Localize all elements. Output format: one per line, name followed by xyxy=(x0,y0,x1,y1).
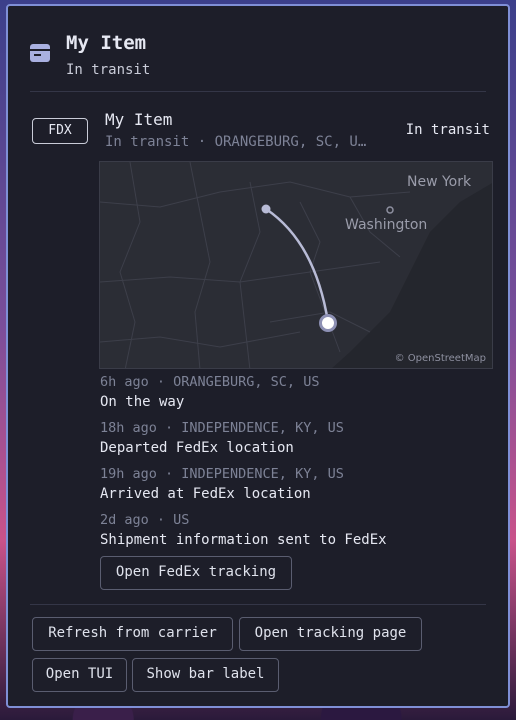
carrier-badge: FDX xyxy=(32,118,88,144)
event-description: Departed FedEx location xyxy=(100,440,294,456)
event-meta: 2d ago · US xyxy=(100,512,190,528)
event-meta: 18h ago · INDEPENDENCE, KY, US xyxy=(100,420,344,436)
open-tui-button[interactable]: Open TUI xyxy=(32,658,127,692)
event-description: Arrived at FedEx location xyxy=(100,486,311,502)
event-description: On the way xyxy=(100,394,185,410)
divider xyxy=(30,604,486,605)
open-tracking-page-button[interactable]: Open tracking page xyxy=(239,617,422,651)
package-icon xyxy=(30,44,50,62)
item-status: In transit xyxy=(405,122,490,138)
page-title: My Item xyxy=(66,32,147,54)
show-bar-label-button[interactable]: Show bar label xyxy=(132,658,279,692)
event-meta: 19h ago · INDEPENDENCE, KY, US xyxy=(100,466,344,482)
open-fedex-tracking-button[interactable]: Open FedEx tracking xyxy=(100,556,292,590)
panel-header: My Item In transit xyxy=(30,30,486,90)
tracking-panel: My Item In transit FDX My Item In transi… xyxy=(6,4,510,708)
map-graphic xyxy=(100,162,492,368)
refresh-from-carrier-button[interactable]: Refresh from carrier xyxy=(32,617,233,651)
item-title: My Item xyxy=(105,110,173,129)
header-status: In transit xyxy=(66,62,151,78)
event-description: Shipment information sent to FedEx xyxy=(100,532,387,548)
tracking-events: 6h ago · ORANGEBURG, SC, US On the way 1… xyxy=(100,374,490,558)
route-map[interactable]: New York Washington © OpenStreetMap xyxy=(99,161,493,369)
item-subtitle: In transit · ORANGEBURG, SC, U… xyxy=(105,134,367,150)
event-meta: 6h ago · ORANGEBURG, SC, US xyxy=(100,374,320,390)
map-attribution[interactable]: © OpenStreetMap xyxy=(395,353,486,364)
destination-marker xyxy=(319,314,337,332)
map-label-new-york: New York xyxy=(407,174,472,190)
divider xyxy=(30,91,486,92)
map-label-washington: Washington xyxy=(345,217,428,233)
origin-marker xyxy=(261,204,271,214)
